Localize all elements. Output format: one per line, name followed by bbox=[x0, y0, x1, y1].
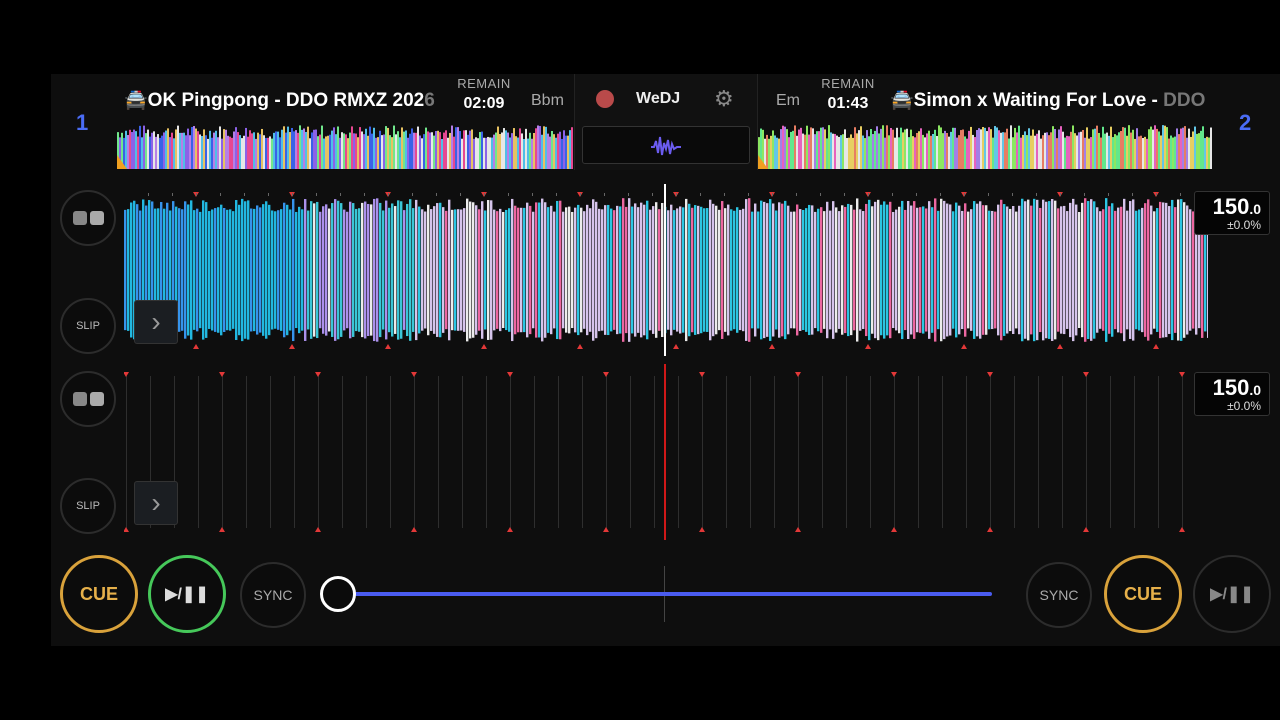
split-view-icon bbox=[72, 211, 104, 225]
deck1-mode-button[interactable] bbox=[60, 190, 116, 246]
deck1-remain: REMAIN 02:09 bbox=[448, 76, 520, 113]
deck2-chevron-right-icon[interactable]: › bbox=[134, 481, 178, 525]
deck2-remain: REMAIN 01:43 bbox=[812, 76, 884, 113]
deck1-slip-button[interactable]: SLIP bbox=[60, 298, 116, 354]
split-view-icon bbox=[72, 392, 104, 406]
deck1-sync-button[interactable]: SYNC bbox=[240, 562, 306, 628]
wedj-logo: WeDJ bbox=[636, 90, 681, 107]
deck2-mode-button[interactable] bbox=[60, 371, 116, 427]
deck1-remain-time: 02:09 bbox=[463, 95, 505, 112]
deck2-sync-button[interactable]: SYNC bbox=[1026, 562, 1092, 628]
deck2-number: 2 bbox=[1239, 110, 1252, 135]
deck1-cue-button[interactable]: CUE bbox=[60, 555, 138, 633]
deck1-key: Bbm bbox=[531, 92, 564, 109]
waveform-button[interactable] bbox=[582, 126, 750, 164]
car-icon: 🚔 bbox=[890, 90, 914, 111]
crossfader-knob[interactable] bbox=[320, 576, 356, 612]
car-icon: 🚔 bbox=[124, 90, 148, 111]
deck2-key: Em bbox=[776, 92, 800, 109]
deck1-number: 1 bbox=[76, 110, 89, 135]
deck2-remain-time: 01:43 bbox=[827, 95, 869, 112]
deck1-overview-waveform[interactable] bbox=[117, 125, 573, 169]
crossfader-track[interactable] bbox=[338, 592, 992, 596]
deck2-cue-button[interactable]: CUE bbox=[1104, 555, 1182, 633]
deck1-main-waveform[interactable] bbox=[124, 184, 1210, 356]
record-icon[interactable] bbox=[596, 90, 614, 108]
deck1-track-title: 🚔OK Pingpong - DDO RMXZ 2026 bbox=[124, 90, 435, 111]
deck2-play-pause-button[interactable]: ▶/❚❚ bbox=[1193, 555, 1271, 633]
deck2-overview-waveform[interactable] bbox=[758, 125, 1212, 169]
deck1-bpm-display[interactable]: 150.0 ±0.0% bbox=[1194, 191, 1270, 235]
waveform-icon bbox=[651, 136, 681, 156]
deck2-slip-button[interactable]: SLIP bbox=[60, 478, 116, 534]
gear-icon[interactable]: ⚙ bbox=[714, 86, 734, 112]
deck1-play-pause-button[interactable]: ▶/❚❚ bbox=[148, 555, 226, 633]
deck2-bpm-display[interactable]: 150.0 ±0.0% bbox=[1194, 372, 1270, 416]
deck1-chevron-right-icon[interactable]: › bbox=[134, 300, 178, 344]
deck2-main-waveform[interactable] bbox=[123, 364, 1188, 540]
deck2-track-title: 🚔Simon x Waiting For Love - DDO bbox=[890, 90, 1206, 111]
